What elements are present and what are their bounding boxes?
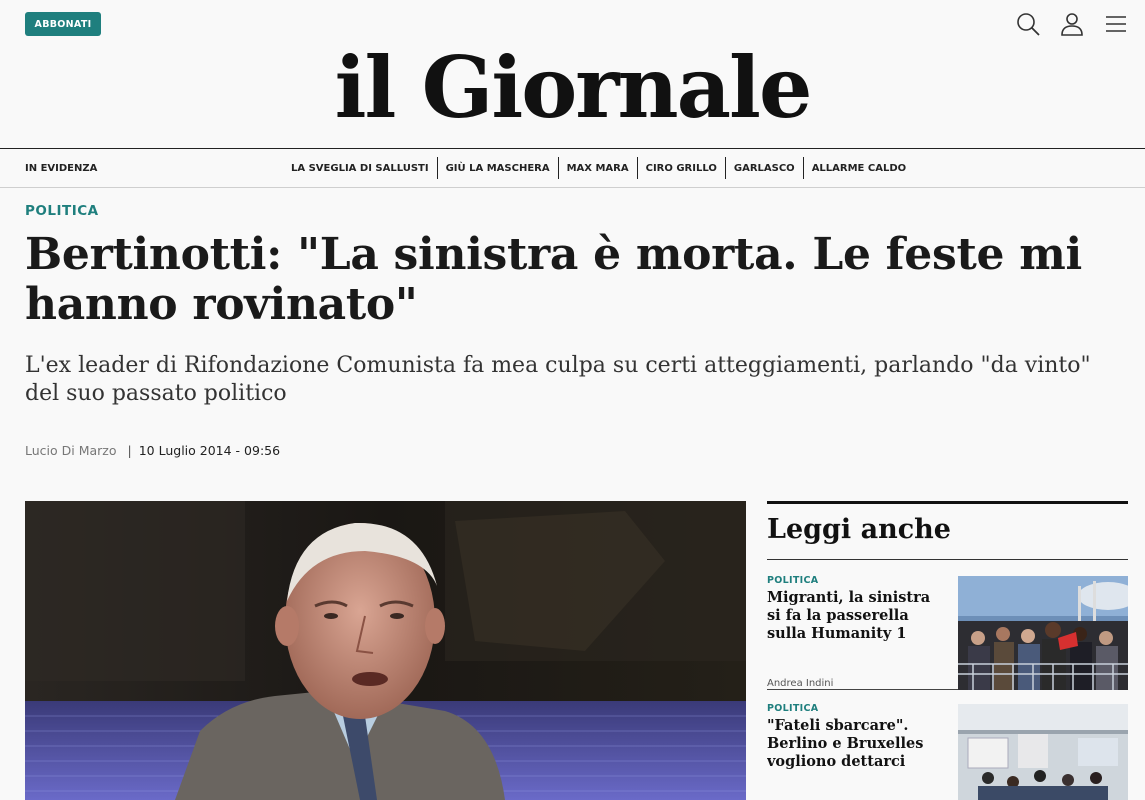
protest-photo: [958, 576, 1128, 690]
related-category[interactable]: POLITICA: [767, 575, 818, 586]
nav-label: IN EVIDENZA: [25, 162, 98, 174]
byline-separator: |: [127, 443, 132, 458]
related-thumbnail[interactable]: [958, 576, 1128, 690]
related-title[interactable]: Migranti, la sinistra si fa la passerell…: [767, 589, 937, 643]
hero-image: [25, 501, 746, 800]
nav-link-ciro-grillo[interactable]: CIRO GRILLO: [636, 157, 725, 179]
related-article[interactable]: POLITICA "Fateli sbarcare". Berlino e Br…: [767, 690, 1128, 800]
nav-links: LA SVEGLIA DI SALLUSTI GIÙ LA MASCHERA M…: [283, 157, 914, 179]
header-icons: [1015, 11, 1129, 37]
search-icon[interactable]: [1015, 11, 1041, 37]
nav-link-maschera[interactable]: GIÙ LA MASCHERA: [436, 157, 558, 179]
nav-link-garlasco[interactable]: GARLASCO: [724, 157, 803, 179]
nav-link-sveglia[interactable]: LA SVEGLIA DI SALLUSTI: [283, 157, 437, 179]
site-header: ABBONATI il Giornale: [0, 0, 1145, 148]
related-article[interactable]: POLITICA Migranti, la sinistra si fa la …: [767, 560, 1128, 690]
nav-link-max-mara[interactable]: MAX MARA: [557, 157, 637, 179]
subscribe-button[interactable]: ABBONATI: [25, 12, 101, 36]
article-section[interactable]: POLITICA: [25, 203, 99, 219]
nav-link-allarme-caldo[interactable]: ALLARME CALDO: [802, 157, 914, 179]
related-sidebar: Leggi anche POLITICA Migranti, la sinist…: [767, 501, 1128, 800]
topic-nav: IN EVIDENZA LA SVEGLIA DI SALLUSTI GIÙ L…: [0, 148, 1145, 188]
related-thumbnail[interactable]: [958, 704, 1128, 800]
user-icon[interactable]: [1059, 11, 1085, 37]
menu-icon[interactable]: [1103, 11, 1129, 37]
article-subtitle: L'ex leader di Rifondazione Comunista fa…: [25, 353, 1091, 406]
byline: Lucio Di Marzo | 10 Luglio 2014 - 09:56: [25, 443, 280, 458]
site-logo[interactable]: il Giornale: [0, 38, 1145, 138]
ship-interior-photo: [958, 704, 1128, 800]
publish-date: 10 Luglio 2014 - 09:56: [138, 443, 281, 458]
article-title: Bertinotti: "La sinistra è morta. Le fes…: [25, 229, 1082, 330]
hero-photo: [25, 501, 746, 800]
related-category[interactable]: POLITICA: [767, 703, 818, 714]
sidebar-title: Leggi anche: [767, 504, 1128, 560]
author-link[interactable]: Lucio Di Marzo: [25, 443, 117, 458]
related-author: Andrea Indini: [767, 678, 834, 689]
related-title[interactable]: "Fateli sbarcare". Berlino e Bruxelles v…: [767, 717, 937, 771]
